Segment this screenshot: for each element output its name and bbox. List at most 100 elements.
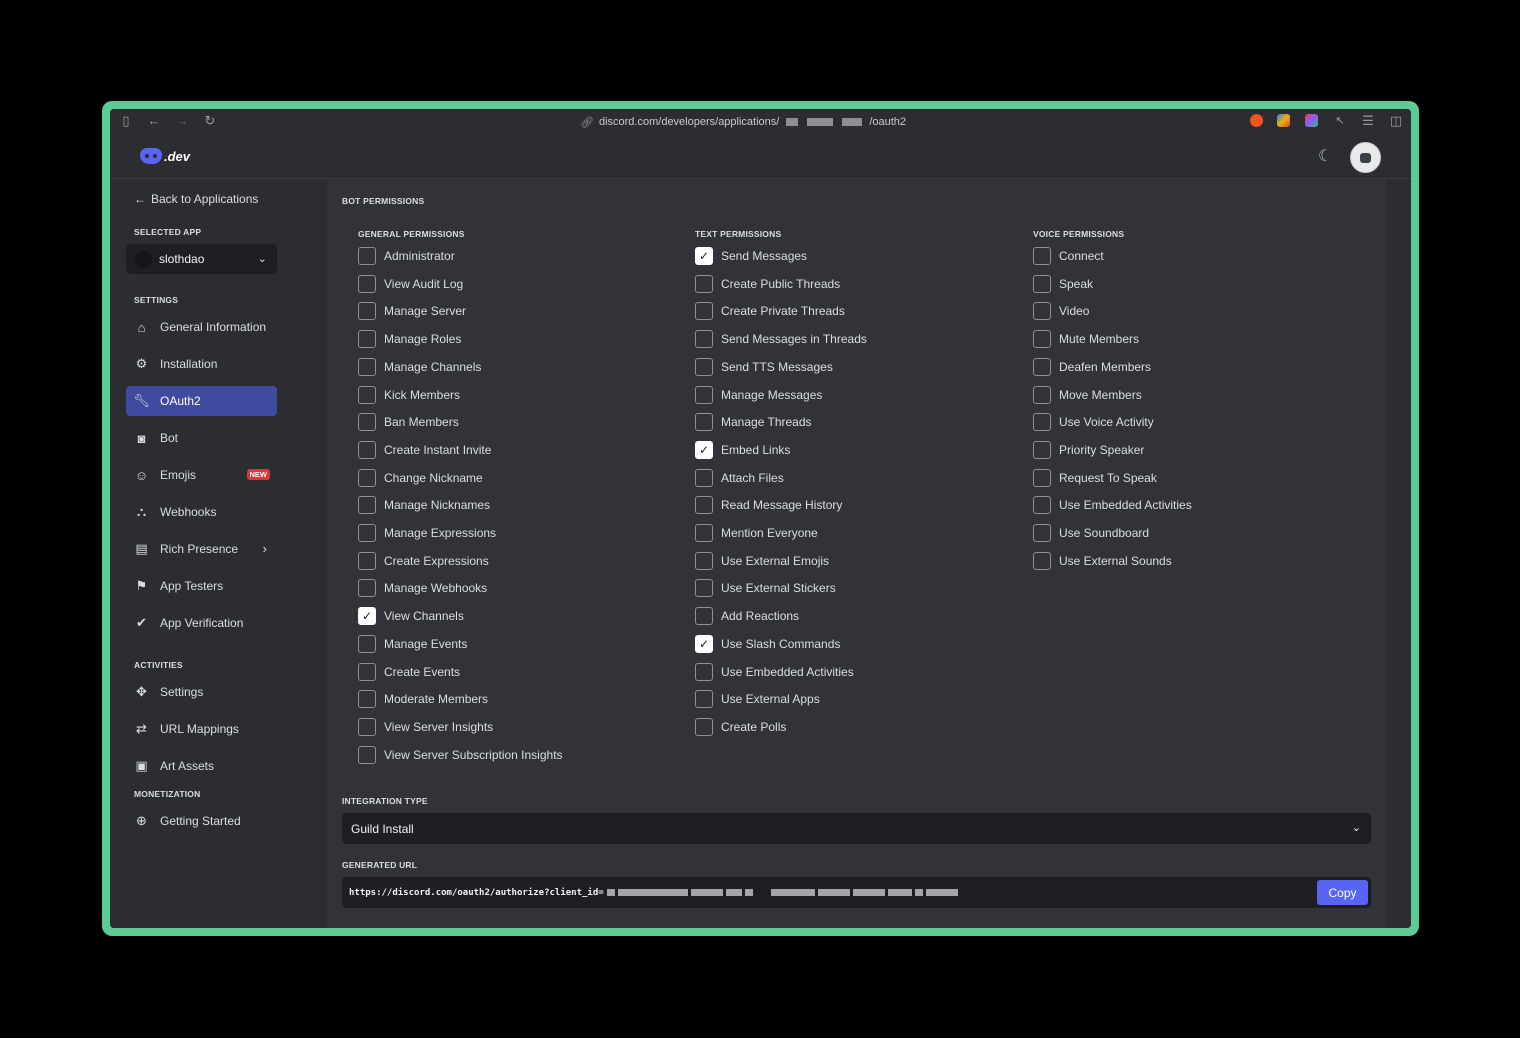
permission-checkbox[interactable] <box>358 357 376 376</box>
permission-checkbox[interactable] <box>695 274 713 293</box>
avatar[interactable] <box>1350 142 1381 173</box>
permission-moderate-members[interactable]: Moderate Members <box>358 690 488 709</box>
permission-connect[interactable]: Connect <box>1033 247 1104 265</box>
permission-manage-threads[interactable]: Manage Threads <box>695 413 812 432</box>
moon-icon[interactable]: ☾ <box>1318 148 1336 166</box>
permission-checkbox[interactable] <box>695 690 713 709</box>
sidebar-item-webhooks[interactable]: ⛬ Webhooks <box>126 497 277 527</box>
permission-create-events[interactable]: Create Events <box>358 662 460 681</box>
sidebar-item-settings[interactable]: ✥ Settings <box>126 677 277 707</box>
permission-checkbox[interactable]: ✓ <box>695 440 713 459</box>
permission-manage-events[interactable]: Manage Events <box>358 634 467 653</box>
permission-checkbox[interactable] <box>1033 330 1051 349</box>
permission-manage-channels[interactable]: Manage Channels <box>358 357 481 376</box>
permission-deafen-members[interactable]: Deafen Members <box>1033 357 1151 376</box>
permission-checkbox[interactable] <box>1033 302 1051 321</box>
permission-speak[interactable]: Speak <box>1033 274 1093 293</box>
permission-send-messages-in-threads[interactable]: Send Messages in Threads <box>695 330 867 349</box>
permission-use-soundboard[interactable]: Use Soundboard <box>1033 524 1149 542</box>
permission-send-tts-messages[interactable]: Send TTS Messages <box>695 357 833 376</box>
sidebar-item-app-testers[interactable]: ⚑ App Testers <box>126 571 277 601</box>
permission-checkbox[interactable] <box>358 413 376 432</box>
sidebar-item-installation[interactable]: ⚙ Installation <box>126 349 277 379</box>
permission-checkbox[interactable] <box>1033 551 1051 570</box>
integration-type-select[interactable]: Guild Install ⌄ <box>342 813 1371 844</box>
permission-administrator[interactable]: Administrator <box>358 247 455 265</box>
permission-checkbox[interactable] <box>1033 413 1051 432</box>
permission-video[interactable]: Video <box>1033 302 1089 321</box>
sidebar-item-getting-started[interactable]: ⊕ Getting Started <box>126 806 277 836</box>
forward-arrow-icon[interactable]: → <box>174 113 190 129</box>
extension-icon[interactable] <box>1305 114 1318 127</box>
permission-manage-server[interactable]: Manage Server <box>358 302 466 321</box>
sidebar-item-app-verification[interactable]: ✔ App Verification <box>126 608 277 638</box>
permission-manage-messages[interactable]: Manage Messages <box>695 385 822 404</box>
extension-icon[interactable]: ↖ <box>1332 113 1348 129</box>
permission-checkbox[interactable] <box>695 662 713 681</box>
permission-checkbox[interactable] <box>695 302 713 321</box>
permission-checkbox[interactable] <box>695 551 713 570</box>
permission-checkbox[interactable]: ✓ <box>695 634 713 653</box>
discord-dev-logo[interactable]: .dev <box>140 148 190 164</box>
reload-icon[interactable]: ↻ <box>202 113 218 129</box>
permission-embed-links[interactable]: ✓ Embed Links <box>695 440 790 459</box>
permission-checkbox[interactable]: ✓ <box>695 247 713 265</box>
extension-icon[interactable] <box>1277 114 1290 127</box>
permission-checkbox[interactable] <box>695 717 713 736</box>
permission-checkbox[interactable] <box>1033 274 1051 293</box>
sidebar-item-rich-presence[interactable]: ▤ Rich Presence › <box>126 534 277 564</box>
permission-use-external-apps[interactable]: Use External Apps <box>695 690 820 709</box>
permission-manage-expressions[interactable]: Manage Expressions <box>358 524 496 542</box>
permission-checkbox[interactable] <box>358 330 376 349</box>
permission-checkbox[interactable] <box>1033 385 1051 404</box>
permission-checkbox[interactable] <box>1033 468 1051 487</box>
permission-request-to-speak[interactable]: Request To Speak <box>1033 468 1157 487</box>
permission-attach-files[interactable]: Attach Files <box>695 468 784 487</box>
permission-use-voice-activity[interactable]: Use Voice Activity <box>1033 413 1154 432</box>
permission-create-private-threads[interactable]: Create Private Threads <box>695 302 845 321</box>
permission-checkbox[interactable] <box>695 413 713 432</box>
permission-use-embedded-activities[interactable]: Use Embedded Activities <box>695 662 854 681</box>
address-bar[interactable]: 🔗︎ discord.com/developers/applications/ … <box>580 114 906 130</box>
permission-manage-nicknames[interactable]: Manage Nicknames <box>358 496 490 515</box>
permission-checkbox[interactable] <box>1033 524 1051 542</box>
permission-checkbox[interactable] <box>695 607 713 626</box>
back-arrow-icon[interactable]: ← <box>146 113 162 129</box>
extension-icon[interactable] <box>1250 114 1263 127</box>
split-view-icon[interactable]: ◫ <box>1388 113 1404 129</box>
permission-checkbox[interactable] <box>695 385 713 404</box>
permission-checkbox[interactable]: ✓ <box>358 607 376 626</box>
permission-manage-roles[interactable]: Manage Roles <box>358 330 461 349</box>
permission-view-audit-log[interactable]: View Audit Log <box>358 274 463 293</box>
app-selector[interactable]: slothdao ⌄ <box>126 244 277 274</box>
permission-checkbox[interactable] <box>358 496 376 515</box>
sidebar-item-bot[interactable]: ◙ Bot <box>126 423 277 453</box>
permission-checkbox[interactable] <box>358 745 376 764</box>
permission-checkbox[interactable] <box>695 579 713 598</box>
permission-checkbox[interactable] <box>358 385 376 404</box>
permission-checkbox[interactable] <box>358 247 376 265</box>
permission-view-channels[interactable]: ✓ View Channels <box>358 607 464 626</box>
permission-create-public-threads[interactable]: Create Public Threads <box>695 274 840 293</box>
permission-checkbox[interactable] <box>695 496 713 515</box>
permission-checkbox[interactable] <box>358 579 376 598</box>
permission-mute-members[interactable]: Mute Members <box>1033 330 1139 349</box>
permission-manage-webhooks[interactable]: Manage Webhooks <box>358 579 487 598</box>
permission-checkbox[interactable] <box>358 524 376 542</box>
permission-view-server-subscription-insights[interactable]: View Server Subscription Insights <box>358 745 563 764</box>
permission-kick-members[interactable]: Kick Members <box>358 385 460 404</box>
sidebar-item-art-assets[interactable]: ▣ Art Assets <box>126 751 277 781</box>
permission-use-external-sounds[interactable]: Use External Sounds <box>1033 551 1172 570</box>
permission-checkbox[interactable] <box>358 690 376 709</box>
back-to-applications-link[interactable]: ← Back to Applications <box>134 192 258 206</box>
permission-checkbox[interactable] <box>695 357 713 376</box>
permission-use-external-stickers[interactable]: Use External Stickers <box>695 579 836 598</box>
sidebar-item-oauth2[interactable]: 🔧︎ OAuth2 <box>126 386 277 416</box>
permission-checkbox[interactable] <box>695 468 713 487</box>
permission-ban-members[interactable]: Ban Members <box>358 413 459 432</box>
permission-checkbox[interactable] <box>358 551 376 570</box>
permission-use-embedded-activities[interactable]: Use Embedded Activities <box>1033 496 1192 515</box>
copy-button[interactable]: Copy <box>1317 880 1368 905</box>
permission-checkbox[interactable] <box>695 330 713 349</box>
sidebar-item-general-information[interactable]: ⌂ General Information <box>126 312 277 342</box>
